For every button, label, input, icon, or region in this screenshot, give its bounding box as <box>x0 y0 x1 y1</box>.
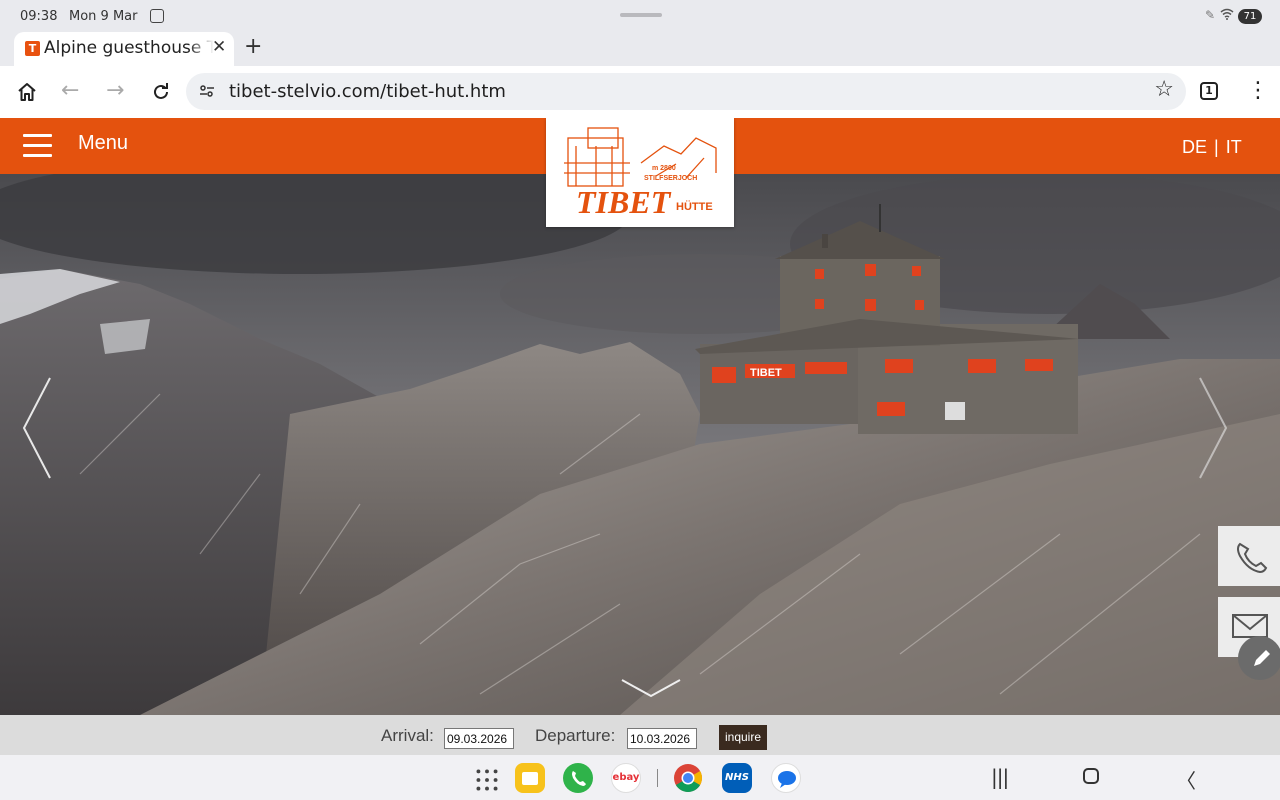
site-info-icon[interactable] <box>199 83 215 99</box>
tab-title: Alpine guesthouse Tibet hut <box>44 38 214 58</box>
svg-text:m 2800: m 2800 <box>652 165 676 172</box>
pen-icon: ✎ <box>1205 8 1216 22</box>
carousel-prev-icon[interactable] <box>20 376 54 480</box>
lang-de-link[interactable]: DE <box>1182 137 1207 157</box>
url-text[interactable]: tibet-stelvio.com/tibet-hut.htm <box>229 81 506 102</box>
nhs-app-icon[interactable]: NHS <box>722 763 752 793</box>
lang-it-link[interactable]: IT <box>1226 137 1242 157</box>
recents-button[interactable]: ||| <box>991 765 1009 789</box>
booking-bar: Arrival: 09.03.2026 Departure: 10.03.202… <box>0 715 1280 755</box>
svg-text:TIBET: TIBET <box>750 367 782 379</box>
tab-switcher-button[interactable]: 1 <box>1200 82 1218 100</box>
carousel-next-icon[interactable] <box>1196 376 1230 480</box>
forward-icon[interactable]: → <box>106 78 124 104</box>
language-switcher: DE | IT <box>1182 137 1242 158</box>
messages-app-icon[interactable] <box>771 763 801 793</box>
svg-text:TIBET: TIBET <box>576 184 672 220</box>
new-tab-button[interactable]: + <box>244 34 262 59</box>
svg-text:STILFSERJOCH: STILFSERJOCH <box>644 175 697 182</box>
bookmark-star-icon[interactable]: ☆ <box>1154 77 1174 102</box>
arrival-date-input[interactable]: 09.03.2026 <box>444 728 514 749</box>
more-menu-icon[interactable]: ⋮ <box>1247 78 1269 104</box>
site-logo[interactable]: m 2800 STILFSERJOCH TIBET HÜTTE <box>546 118 734 227</box>
phone-button[interactable] <box>1218 526 1280 586</box>
clock: 09:38 <box>20 9 58 24</box>
app-drawer-icon[interactable] <box>472 765 502 795</box>
favicon-icon: T <box>25 41 40 56</box>
wifi-icon <box>1220 8 1234 20</box>
system-navigation-bar: ebay NHS ||| 〈 <box>0 755 1280 800</box>
menu-link[interactable]: Menu <box>78 132 128 155</box>
scroll-down-chevron-icon[interactable] <box>618 676 684 700</box>
close-tab-icon[interactable]: ✕ <box>212 37 226 57</box>
web-page: TIBET Menu DE | IT m 2800 STILFSERJOCH TIB… <box>0 118 1280 755</box>
browser-toolbar: ← → tibet-stelvio.com/tibet-hut.htm ☆ 1 … <box>0 66 1280 118</box>
dock-divider <box>657 769 658 787</box>
ebay-app-icon[interactable]: ebay <box>611 763 641 793</box>
pencil-icon <box>1254 650 1270 666</box>
battery-indicator: 71 <box>1238 9 1262 24</box>
status-bar: 09:38 Mon 9 Mar ✎ 71 <box>0 0 1280 32</box>
inquire-button[interactable]: inquire <box>719 725 767 750</box>
hamburger-menu-icon[interactable] <box>23 134 52 158</box>
window-handle[interactable] <box>620 13 662 17</box>
home-button[interactable] <box>1083 768 1099 784</box>
system-back-button[interactable]: 〈 <box>1176 765 1196 794</box>
tibet-hut-logo-icon: m 2800 STILFSERJOCH TIBET HÜTTE <box>564 127 717 220</box>
screenshot-icon <box>150 9 164 23</box>
chrome-app-icon[interactable] <box>673 763 703 793</box>
tab-strip: T Alpine guesthouse Tibet hut ✕ + <box>0 32 1280 66</box>
address-bar[interactable]: tibet-stelvio.com/tibet-hut.htm ☆ <box>186 73 1186 110</box>
phone-app-icon[interactable] <box>563 763 593 793</box>
departure-date-input[interactable]: 10.03.2026 <box>627 728 697 749</box>
back-icon[interactable]: ← <box>61 78 79 104</box>
files-app-icon[interactable] <box>515 763 545 793</box>
hero-image: TIBET <box>0 174 1280 715</box>
reload-icon[interactable] <box>151 82 171 102</box>
svg-text:HÜTTE: HÜTTE <box>676 200 713 213</box>
edit-fab[interactable] <box>1238 636 1280 680</box>
date: Mon 9 Mar <box>69 9 138 24</box>
departure-label: Departure: <box>535 726 616 745</box>
browser-tab[interactable]: T Alpine guesthouse Tibet hut ✕ <box>14 32 234 66</box>
arrival-label: Arrival: <box>381 726 434 745</box>
lang-separator: | <box>1214 137 1219 157</box>
phone-icon <box>1237 542 1268 574</box>
home-icon[interactable] <box>17 82 37 102</box>
